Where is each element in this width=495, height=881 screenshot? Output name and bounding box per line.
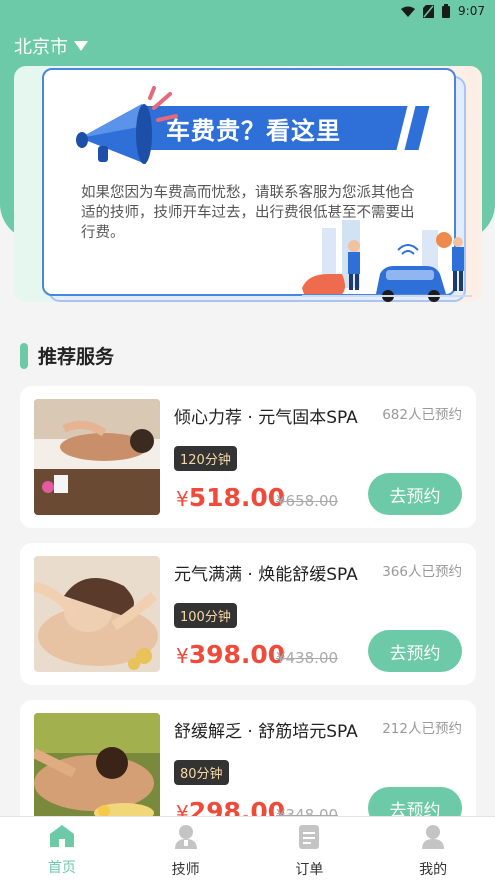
book-button[interactable]: 去预约 [368,630,462,672]
wifi-icon [401,6,416,17]
price-value: 398.00 [188,640,286,669]
tab-profile[interactable]: 我的 [371,817,495,881]
service-list[interactable]: 倾心力荐 · 元气固本SPA 682人已预约 120分钟 ¥518.00 ¥65… [0,386,495,816]
service-original-price: ¥348.00 [276,806,339,816]
price-value: 298.00 [188,797,286,816]
currency-symbol: ¥ [176,644,189,668]
service-booked-count: 682人已预约 [382,407,462,423]
section-accent-bar [20,342,28,369]
caret-down-icon [74,41,88,51]
service-price: ¥398.00 [176,640,285,669]
tab-label: 订单 [295,862,324,878]
service-card[interactable]: 舒缓解乏 · 舒筋培元SPA 212人已预约 80分钟 ¥298.00 ¥348… [20,700,476,816]
car-illustration [302,216,472,302]
service-duration-badge: 120分钟 [174,446,237,471]
section-header: 推荐服务 [20,342,114,369]
service-image [34,556,160,672]
service-price: ¥518.00 [176,483,285,512]
service-name: 倾心力荐 · 元气固本SPA [174,408,358,428]
tab-label: 我的 [419,862,448,878]
book-button[interactable]: 去预约 [368,473,462,515]
banner-headline: 车费贵？看这里 [166,117,341,145]
city-label: 北京市 [14,37,68,58]
service-duration-badge: 100分钟 [174,603,237,628]
service-duration-badge: 80分钟 [174,760,229,785]
service-image [34,399,160,515]
tab-technician[interactable]: 技师 [124,817,248,881]
home-icon [49,825,74,851]
profile-icon [422,825,445,853]
service-image [34,713,160,816]
tab-label: 首页 [47,860,76,876]
technician-icon [174,825,197,853]
tab-order[interactable]: 订单 [248,817,372,881]
order-icon [299,825,320,853]
megaphone-icon [72,86,182,170]
service-original-price: ¥658.00 [276,492,339,510]
service-booked-count: 366人已预约 [382,564,462,580]
service-name: 元气满满 · 焕能舒缓SPA [174,565,358,585]
status-bar: 9:07 [0,0,495,22]
battery-icon [442,4,451,18]
price-value: 518.00 [188,483,286,512]
tab-label: 技师 [171,862,200,878]
no-sim-icon [423,4,435,18]
city-selector[interactable]: 北京市 [14,33,88,59]
bottom-tab-bar: 首页 技师 订单 我的 [0,816,495,881]
service-name: 舒缓解乏 · 舒筋培元SPA [174,722,358,742]
currency-symbol: ¥ [176,487,189,511]
promo-banner[interactable]: 车费贵？看这里 如果您因为车费高而忧愁，请联系客服为您派其他合适的技师，技师开车… [14,66,482,302]
service-original-price: ¥438.00 [276,649,339,667]
book-button[interactable]: 去预约 [368,787,462,816]
service-card[interactable]: 倾心力荐 · 元气固本SPA 682人已预约 120分钟 ¥518.00 ¥65… [20,386,476,528]
tab-home[interactable]: 首页 [0,817,124,881]
service-card[interactable]: 元气满满 · 焕能舒缓SPA 366人已预约 100分钟 ¥398.00 ¥43… [20,543,476,685]
service-booked-count: 212人已预约 [382,721,462,737]
status-time: 9:07 [458,4,485,18]
section-title: 推荐服务 [38,346,115,368]
service-price: ¥298.00 [176,797,285,816]
currency-symbol: ¥ [176,801,189,816]
